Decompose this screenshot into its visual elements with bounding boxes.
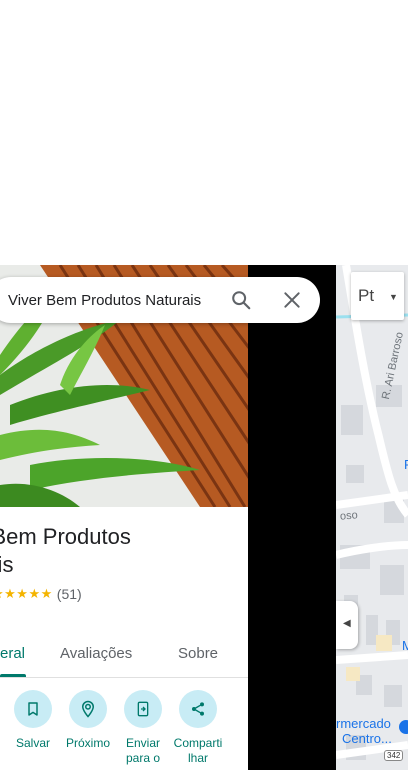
share-label-line2: lhar bbox=[187, 751, 208, 765]
share-label-line1: Comparti bbox=[173, 736, 223, 750]
place-title-line1: r Bem Produtos bbox=[0, 524, 131, 549]
rating-stars: ★★★★★ bbox=[0, 586, 53, 601]
active-tab-indicator bbox=[0, 674, 26, 677]
save-circle bbox=[14, 690, 52, 728]
search-input[interactable] bbox=[8, 277, 218, 323]
bookmark-icon bbox=[28, 702, 38, 716]
search-bar bbox=[0, 277, 320, 323]
share-circle bbox=[179, 690, 217, 728]
layer-icon: Pt bbox=[358, 286, 375, 305]
send-to-phone-icon bbox=[137, 701, 149, 717]
poi-label-p[interactable]: P bbox=[404, 457, 408, 472]
poi-label-m[interactable]: M bbox=[402, 638, 408, 653]
send-to-phone-button[interactable]: Enviar para o bbox=[115, 690, 171, 766]
send-label-line1: Enviar bbox=[125, 736, 160, 750]
search-icon[interactable] bbox=[230, 289, 252, 311]
action-row: Salvar Próximo Enviar para o Comparti lh… bbox=[0, 690, 248, 770]
layer-toggle-button[interactable]: Pt ▼ bbox=[351, 272, 404, 320]
chevron-down-icon: ▼ bbox=[389, 292, 398, 302]
send-circle bbox=[124, 690, 162, 728]
tab-overview[interactable]: eral bbox=[0, 645, 25, 662]
share-button[interactable]: Comparti lhar bbox=[170, 690, 226, 766]
street-label-oso: oso bbox=[339, 509, 359, 523]
share-label: Comparti lhar bbox=[170, 736, 226, 766]
send-label-line2: para o bbox=[125, 751, 161, 765]
rating-row[interactable]: ★★★★★ (51) bbox=[0, 586, 82, 602]
nearby-button[interactable]: Próximo bbox=[60, 690, 116, 751]
share-icon bbox=[192, 702, 204, 716]
nearby-icon bbox=[81, 700, 95, 718]
black-strip bbox=[248, 265, 336, 770]
tab-about[interactable]: Sobre bbox=[178, 645, 218, 662]
nearby-label: Próximo bbox=[65, 736, 110, 750]
close-icon[interactable] bbox=[282, 290, 302, 310]
blank-area bbox=[0, 0, 408, 265]
tab-reviews[interactable]: Avaliações bbox=[60, 645, 132, 662]
place-title: r Bem Produtos rais bbox=[0, 523, 238, 579]
place-title-line2: rais bbox=[0, 552, 14, 577]
route-badge: 342 bbox=[384, 750, 404, 761]
place-panel: r Bem Produtos rais ★★★★★ (51) eral Aval… bbox=[0, 265, 248, 770]
save-button[interactable]: Salvar bbox=[5, 690, 61, 751]
poi-label-centro[interactable]: Centro... bbox=[342, 731, 392, 746]
nearby-circle bbox=[69, 690, 107, 728]
review-count: (51) bbox=[56, 586, 82, 602]
save-label: Salvar bbox=[15, 736, 50, 750]
place-tabs: eral Avaliações Sobre bbox=[0, 635, 248, 678]
collapse-panel-button[interactable]: ◀ bbox=[336, 601, 358, 649]
send-label: Enviar para o bbox=[115, 736, 171, 766]
chevron-left-icon: ◀ bbox=[343, 618, 351, 629]
poi-label-supermercado[interactable]: rmercado bbox=[336, 716, 391, 731]
